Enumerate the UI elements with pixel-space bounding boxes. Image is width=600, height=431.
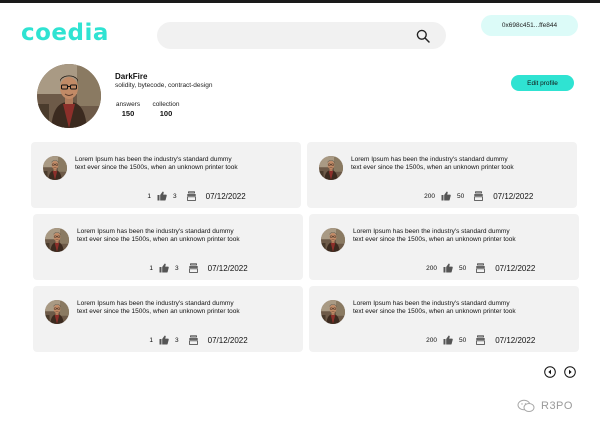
collection-icon[interactable] bbox=[476, 335, 485, 345]
like-count: 1 bbox=[147, 192, 151, 200]
card-date: 07/12/2022 bbox=[207, 335, 248, 345]
profile-tags: solidity, bytecode, contract-design bbox=[115, 82, 213, 89]
answers-stat: answers 150 bbox=[115, 101, 141, 118]
card-text: Lorem Ipsum has been the industry's stan… bbox=[75, 156, 238, 171]
card-date: 07/12/2022 bbox=[493, 191, 534, 201]
collection-label: collection bbox=[152, 101, 180, 108]
collection-icon[interactable] bbox=[476, 263, 485, 273]
thumbs-up-icon[interactable] bbox=[441, 191, 451, 201]
collection-count: 50 bbox=[459, 336, 467, 344]
app-logo[interactable]: coedia bbox=[21, 20, 109, 46]
answers-label: answers bbox=[115, 101, 141, 108]
search-icon[interactable] bbox=[416, 29, 430, 43]
collection-count: 50 bbox=[459, 264, 467, 272]
card-date: 07/12/2022 bbox=[495, 263, 536, 273]
answer-card[interactable]: Lorem Ipsum has been the industry's stan… bbox=[33, 286, 303, 352]
card-avatar bbox=[319, 156, 343, 180]
prev-arrow-icon[interactable] bbox=[544, 366, 556, 378]
card-date: 07/12/2022 bbox=[495, 335, 536, 345]
collection-icon[interactable] bbox=[189, 263, 198, 273]
card-footer: 200 50 07/12/2022 bbox=[411, 190, 533, 202]
card-footer: 1 3 07/12/2022 bbox=[129, 262, 248, 274]
collection-icon[interactable] bbox=[189, 335, 198, 345]
next-arrow-icon[interactable] bbox=[564, 366, 576, 378]
card-footer: 200 50 07/12/2022 bbox=[413, 334, 535, 346]
answer-card[interactable]: Lorem Ipsum has been the industry's stan… bbox=[307, 142, 577, 208]
answer-card[interactable]: Lorem Ipsum has been the industry's stan… bbox=[309, 214, 579, 280]
like-count: 1 bbox=[149, 336, 153, 344]
card-footer: 200 50 07/12/2022 bbox=[413, 262, 535, 274]
watermark-text: R3PO bbox=[541, 400, 573, 412]
collection-count: 3 bbox=[175, 264, 179, 272]
collection-icon[interactable] bbox=[474, 191, 483, 201]
card-text: Lorem Ipsum has been the industry's stan… bbox=[77, 228, 240, 243]
card-date: 07/12/2022 bbox=[205, 191, 246, 201]
card-footer: 1 3 07/12/2022 bbox=[127, 190, 246, 202]
answer-card[interactable]: Lorem Ipsum has been the industry's stan… bbox=[33, 214, 303, 280]
collection-count: 50 bbox=[457, 192, 465, 200]
thumbs-up-icon[interactable] bbox=[443, 335, 453, 345]
answer-card[interactable]: Lorem Ipsum has been the industry's stan… bbox=[309, 286, 579, 352]
collection-stat: collection 100 bbox=[151, 101, 181, 118]
wechat-icon bbox=[517, 399, 535, 412]
thumbs-up-icon[interactable] bbox=[159, 263, 169, 273]
collection-count: 3 bbox=[175, 336, 179, 344]
card-footer: 1 3 07/12/2022 bbox=[129, 334, 248, 346]
thumbs-up-icon[interactable] bbox=[443, 263, 453, 273]
like-count: 200 bbox=[426, 264, 437, 272]
like-count: 1 bbox=[149, 264, 153, 272]
thumbs-up-icon[interactable] bbox=[159, 335, 169, 345]
edit-profile-button[interactable]: Edit profile bbox=[511, 75, 574, 91]
collection-count: 3 bbox=[173, 192, 177, 200]
top-border bbox=[0, 0, 600, 3]
watermark: R3PO bbox=[517, 399, 573, 413]
card-text: Lorem Ipsum has been the industry's stan… bbox=[353, 228, 516, 243]
thumbs-up-icon[interactable] bbox=[157, 191, 167, 201]
search-input[interactable] bbox=[157, 22, 446, 49]
card-avatar bbox=[45, 228, 69, 252]
wallet-address-button[interactable]: 0x698c451...ffe844 bbox=[481, 15, 578, 36]
card-avatar bbox=[45, 300, 69, 324]
collection-icon[interactable] bbox=[187, 191, 196, 201]
card-text: Lorem Ipsum has been the industry's stan… bbox=[351, 156, 514, 171]
card-avatar bbox=[321, 228, 345, 252]
card-avatar bbox=[321, 300, 345, 324]
card-avatar bbox=[43, 156, 67, 180]
profile-name: DarkFire bbox=[115, 72, 148, 81]
collection-count: 100 bbox=[159, 109, 173, 118]
card-text: Lorem Ipsum has been the industry's stan… bbox=[353, 300, 516, 315]
like-count: 200 bbox=[426, 336, 437, 344]
wallet-address: 0x698c451...ffe844 bbox=[501, 22, 558, 29]
card-date: 07/12/2022 bbox=[207, 263, 248, 273]
like-count: 200 bbox=[424, 192, 435, 200]
card-text: Lorem Ipsum has been the industry's stan… bbox=[77, 300, 240, 315]
answer-card[interactable]: Lorem Ipsum has been the industry's stan… bbox=[31, 142, 301, 208]
profile-avatar bbox=[37, 64, 101, 128]
answers-count: 150 bbox=[121, 109, 135, 118]
